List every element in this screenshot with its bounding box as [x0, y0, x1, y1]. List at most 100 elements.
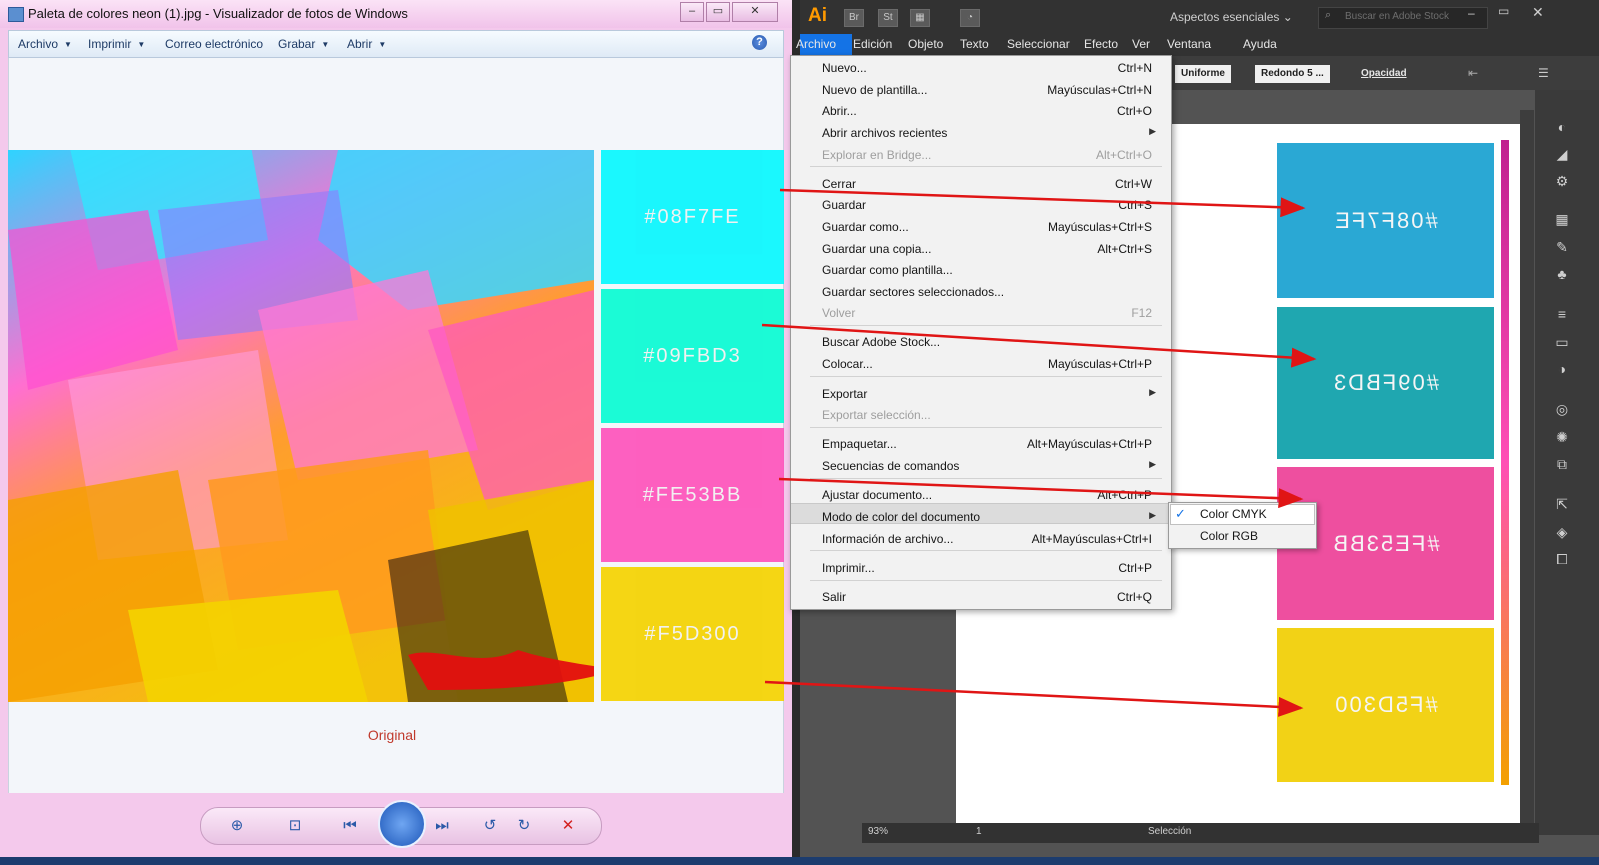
chevron-down-icon: ⌄: [1282, 10, 1293, 24]
menu-item-exportar[interactable]: Exportar ▶: [822, 384, 1162, 404]
menu-item-ajustar-documento[interactable]: Ajustar documento... Alt+Ctrl+P: [822, 485, 1162, 505]
menu-item-guardar-copia[interactable]: Guardar una copia... Alt+Ctrl+S: [822, 239, 1162, 259]
image-caption: Original: [367, 727, 417, 743]
menu-item-informacion-archivo[interactable]: Información de archivo... Alt+Mayúsculas+…: [822, 529, 1162, 549]
zoom-icon[interactable]: ⊕: [225, 815, 249, 837]
menu-item-abrir[interactable]: Abrir... Ctrl+O: [822, 101, 1162, 121]
menu-item-cerrar[interactable]: Cerrar Ctrl+W: [822, 174, 1162, 194]
recolor-icon[interactable]: ⚙: [1552, 172, 1572, 190]
submenu-item-cmyk[interactable]: Color CMYK: [1200, 507, 1267, 521]
gpu-performance-icon[interactable]: ◔: [960, 9, 980, 27]
windows-taskbar: [0, 857, 1599, 865]
menu-item-guardar-como[interactable]: Guardar como... Mayúsculas+Ctrl+S: [822, 217, 1162, 237]
workspace-switcher[interactable]: Aspectos esenciales ⌄: [1170, 10, 1293, 24]
swatches-icon[interactable]: ▦: [1552, 210, 1572, 228]
menu-objeto[interactable]: Objeto: [908, 37, 943, 51]
menu-item-salir[interactable]: Salir Ctrl+Q: [822, 587, 1162, 607]
help-icon[interactable]: ?: [752, 35, 767, 50]
delete-icon[interactable]: ✕: [556, 815, 580, 837]
viewer-menu-abrir[interactable]: Abrir ▼: [347, 37, 386, 51]
photo-viewer-app-icon: [8, 7, 24, 22]
menu-ventana[interactable]: Ventana: [1167, 37, 1211, 51]
artboard-number[interactable]: 1: [976, 826, 982, 837]
vertical-scrollbar[interactable]: [1520, 110, 1534, 825]
checkmark-icon: ✓: [1175, 506, 1186, 521]
swatch-3-hex: #FE53BB: [642, 483, 743, 506]
menu-item-nuevo[interactable]: Nuevo... Ctrl+N: [822, 58, 1162, 78]
arrange-documents-icon[interactable]: ▦: [910, 9, 930, 27]
photo-viewer-window: Paleta de colores neon (1).jpg - Visuali…: [0, 0, 792, 865]
opacity-link[interactable]: Opacidad: [1361, 68, 1407, 79]
menu-item-imprimir[interactable]: Imprimir... Ctrl+P: [822, 558, 1162, 578]
panel-menu-icon[interactable]: ☰: [1538, 66, 1549, 80]
rotate-right-icon[interactable]: ↻: [512, 815, 536, 837]
menu-archivo[interactable]: Archivo: [796, 37, 836, 51]
stock-icon[interactable]: St: [878, 9, 898, 27]
menu-item-volver: Volver F12: [822, 306, 1152, 320]
swatch-3: #FE53BB: [601, 428, 784, 562]
chevron-down-icon: ▼: [378, 40, 387, 49]
chevron-down-icon: ▼: [137, 40, 146, 49]
menu-ayuda[interactable]: Ayuda: [1243, 37, 1277, 51]
menu-edicion[interactable]: Edición: [853, 37, 892, 51]
menu-item-abrir-recientes[interactable]: Abrir archivos recientes ▶: [822, 123, 1162, 143]
viewer-menu-grabar[interactable]: Grabar ▼: [278, 37, 329, 51]
minimize-button[interactable]: –: [1468, 6, 1475, 20]
menu-item-colocar[interactable]: Colocar... Mayúsculas+Ctrl+P: [822, 354, 1162, 374]
artboard-swatch-2[interactable]: #09FBD3: [1277, 307, 1494, 459]
layers-icon[interactable]: ◈: [1552, 523, 1572, 541]
brush-select[interactable]: Redondo 5 ...: [1255, 65, 1330, 83]
menu-item-secuencias[interactable]: Secuencias de comandos ▶: [822, 456, 1162, 476]
artboard-swatch-4-hex: #F5D300: [1333, 692, 1438, 717]
menu-item-guardar-sectores[interactable]: Guardar sectores seleccionados...: [822, 282, 1162, 302]
minimize-button[interactable]: –: [680, 2, 704, 22]
neon-palette-photo: [8, 150, 594, 702]
viewer-menu-correo[interactable]: Correo electrónico: [165, 37, 263, 51]
menu-item-buscar-stock[interactable]: Buscar Adobe Stock...: [822, 332, 1162, 352]
submenu-arrow-icon: ▶: [1149, 459, 1156, 469]
transparency-icon[interactable]: ◑: [1552, 360, 1572, 378]
export-icon[interactable]: ⇱: [1552, 495, 1572, 513]
menu-seleccionar[interactable]: Seleccionar: [1007, 37, 1070, 51]
menu-item-nuevo-plantilla[interactable]: Nuevo de plantilla... Mayúsculas+Ctrl+N: [822, 80, 1162, 100]
color-panel-icon[interactable]: ◐: [1552, 118, 1572, 136]
menu-item-guardar[interactable]: Guardar Ctrl+S: [822, 195, 1162, 215]
menu-item-empaquetar[interactable]: Empaquetar... Alt+Mayúsculas+Ctrl+P: [822, 434, 1162, 454]
submenu-arrow-icon: ▶: [1149, 126, 1156, 136]
slideshow-icon[interactable]: [378, 800, 426, 848]
menu-ver[interactable]: Ver: [1132, 37, 1150, 51]
maximize-button[interactable]: ▭: [706, 2, 730, 22]
viewer-menu-imprimir[interactable]: Imprimir ▼: [88, 37, 145, 51]
brushes-icon[interactable]: ✎: [1552, 238, 1572, 256]
layers-alt-icon[interactable]: ⧉: [1552, 455, 1572, 473]
zoom-level[interactable]: 93%: [868, 826, 888, 837]
menu-item-modo-color[interactable]: Modo de color del documento ▶: [822, 507, 1162, 527]
stroke-icon[interactable]: ≡: [1552, 305, 1572, 323]
viewer-menu-archivo[interactable]: Archivo ▼: [18, 37, 72, 51]
gradient-icon[interactable]: ▭: [1552, 333, 1572, 351]
appearance-icon[interactable]: ◎: [1552, 400, 1572, 418]
artboard-swatch-1[interactable]: #08F7FE: [1277, 143, 1494, 298]
artboard-swatch-4[interactable]: #F5D300: [1277, 628, 1494, 782]
graphic-styles-icon[interactable]: ✺: [1552, 428, 1572, 446]
fit-icon[interactable]: ⊡: [283, 815, 307, 837]
color-guide-icon[interactable]: ◢: [1552, 145, 1572, 163]
close-button[interactable]: ✕: [732, 2, 778, 22]
align-icon[interactable]: ⇤: [1468, 66, 1478, 80]
current-tool-label: Selección: [1148, 826, 1192, 837]
previous-icon[interactable]: ⏮: [338, 815, 362, 837]
submenu-item-rgb[interactable]: Color RGB: [1200, 529, 1258, 543]
rotate-left-icon[interactable]: ↺: [478, 815, 502, 837]
menu-item-guardar-plantilla[interactable]: Guardar como plantilla...: [822, 260, 1162, 280]
bridge-icon[interactable]: Br: [844, 9, 864, 27]
maximize-button[interactable]: ▭: [1498, 4, 1509, 18]
menu-texto[interactable]: Texto: [960, 37, 989, 51]
menu-separator: [810, 376, 1162, 377]
artboards-icon[interactable]: ⧠: [1552, 550, 1572, 568]
next-icon[interactable]: ⏭: [430, 815, 454, 837]
stroke-profile-select[interactable]: Uniforme: [1175, 65, 1231, 83]
swatch-1: #08F7FE: [601, 150, 784, 284]
close-button[interactable]: ✕: [1532, 4, 1544, 21]
symbols-icon[interactable]: ♣: [1552, 265, 1572, 283]
menu-efecto[interactable]: Efecto: [1084, 37, 1118, 51]
